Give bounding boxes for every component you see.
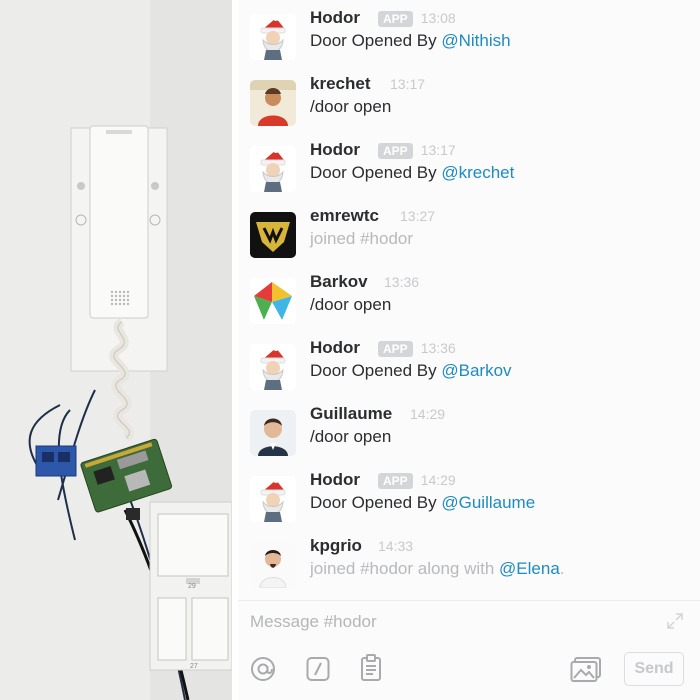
screenshot-collage: 29 27 Hodor APP 13:08 Door Opened By @Nit… <box>0 0 700 700</box>
username[interactable]: Barkov <box>310 272 368 292</box>
message-meta: 14:33 <box>378 537 413 555</box>
username[interactable]: emrewtc <box>310 206 379 226</box>
expand-icon[interactable] <box>666 612 684 630</box>
message-suffix: . <box>559 559 565 578</box>
barkov-avatar-icon <box>250 278 296 324</box>
slack-channel-view: Hodor APP 13:08 Door Opened By @Nithish k… <box>238 0 700 700</box>
message-meta: APP 13:36 <box>378 339 456 357</box>
message-text: joined #hodor along with @Elena. <box>310 558 565 580</box>
message-text: /door open <box>310 97 392 116</box>
timestamp[interactable]: 13:36 <box>421 340 456 356</box>
message-body: Door Opened By <box>310 361 442 380</box>
at-sign-icon[interactable] <box>250 656 276 682</box>
username[interactable]: Hodor <box>310 470 360 490</box>
avatar-hodor[interactable] <box>250 14 296 60</box>
snippet-icon[interactable] <box>358 654 384 682</box>
wu-tang-avatar-icon <box>250 212 296 258</box>
avatar-kpgrio[interactable] <box>250 542 296 588</box>
user-mention[interactable]: @krechet <box>441 163 514 182</box>
message-text: /door open <box>310 427 392 446</box>
message-meta: 13:36 <box>384 273 419 291</box>
intercom-handset <box>89 125 149 319</box>
santa-avatar-icon <box>250 476 296 522</box>
message-meta: 13:17 <box>390 75 425 93</box>
timestamp[interactable]: 14:29 <box>410 406 445 422</box>
message-meta: 13:27 <box>400 207 435 225</box>
message: emrewtc 13:27 joined #hodor <box>238 206 700 268</box>
guillaume-avatar-icon <box>250 410 296 456</box>
app-badge: APP <box>378 143 413 159</box>
message-composer: Message #hodor Send <box>238 600 700 700</box>
panel-label: 29 <box>188 583 196 590</box>
message: Hodor APP 13:17 Door Opened By @krechet <box>238 140 700 202</box>
image-upload-icon[interactable] <box>570 656 602 682</box>
message-text: Door Opened By @krechet <box>310 162 514 184</box>
message-meta: APP 13:17 <box>378 141 456 159</box>
message: kpgrio 14:33 joined #hodor along with @E… <box>238 536 700 598</box>
avatar-barkov[interactable] <box>250 278 296 324</box>
message-meta: APP 14:29 <box>378 471 456 489</box>
timestamp[interactable]: 13:08 <box>421 10 456 26</box>
message: Guillaume 14:29 /door open <box>238 404 700 466</box>
username[interactable]: Hodor <box>310 8 360 28</box>
message-meta: APP 13:08 <box>378 9 456 27</box>
message: Hodor APP 13:08 Door Opened By @Nithish <box>238 8 700 70</box>
user-mention[interactable]: @Nithish <box>441 31 510 50</box>
intercom-photo: 29 27 <box>0 0 232 700</box>
kpgrio-avatar-icon <box>250 542 296 588</box>
message: krechet 13:17 /door open <box>238 74 700 136</box>
username[interactable]: Hodor <box>310 140 360 160</box>
user-mention[interactable]: @Guillaume <box>441 493 535 512</box>
username[interactable]: kpgrio <box>310 536 362 556</box>
message-meta: 14:29 <box>410 405 445 423</box>
user-mention[interactable]: @Barkov <box>441 361 511 380</box>
krechet-avatar-icon <box>250 80 296 126</box>
message-text: /door open <box>310 295 392 314</box>
santa-avatar-icon <box>250 146 296 192</box>
message-body: Door Opened By <box>310 31 442 50</box>
timestamp[interactable]: 14:29 <box>421 472 456 488</box>
send-button[interactable]: Send <box>624 652 684 686</box>
avatar-hodor[interactable] <box>250 146 296 192</box>
message-text: Door Opened By @Guillaume <box>310 492 535 514</box>
timestamp[interactable]: 13:27 <box>400 208 435 224</box>
intercom-illustration: 29 27 <box>0 0 232 700</box>
avatar-krechet[interactable] <box>250 80 296 126</box>
message-text: joined #hodor <box>310 229 414 248</box>
message: Hodor APP 14:29 Door Opened By @Guillaume <box>238 470 700 532</box>
message-text: Door Opened By @Nithish <box>310 30 511 52</box>
timestamp[interactable]: 13:17 <box>390 76 425 92</box>
app-badge: APP <box>378 473 413 489</box>
message: Barkov 13:36 /door open <box>238 272 700 334</box>
slash-command-icon[interactable] <box>306 656 330 682</box>
user-mention[interactable]: @Elena <box>499 559 560 578</box>
message: Hodor APP 13:36 Door Opened By @Barkov <box>238 338 700 400</box>
message-body: joined #hodor along with <box>310 559 500 578</box>
avatar-guillaume[interactable] <box>250 410 296 456</box>
username[interactable]: Hodor <box>310 338 360 358</box>
username[interactable]: Guillaume <box>310 404 392 424</box>
app-badge: APP <box>378 341 413 357</box>
santa-avatar-icon <box>250 344 296 390</box>
santa-avatar-icon <box>250 14 296 60</box>
avatar-hodor[interactable] <box>250 344 296 390</box>
app-badge: APP <box>378 11 413 27</box>
message-body: Door Opened By <box>310 163 442 182</box>
timestamp[interactable]: 13:36 <box>384 274 419 290</box>
avatar-emrewtc[interactable] <box>250 212 296 258</box>
message-input[interactable]: Message #hodor <box>250 612 377 632</box>
message-text: Door Opened By @Barkov <box>310 360 512 382</box>
composer-divider <box>238 600 700 601</box>
username[interactable]: krechet <box>310 74 370 94</box>
avatar-hodor[interactable] <box>250 476 296 522</box>
timestamp[interactable]: 14:33 <box>378 538 413 554</box>
timestamp[interactable]: 13:17 <box>421 142 456 158</box>
panel-label: 27 <box>190 663 198 670</box>
message-body: Door Opened By <box>310 493 442 512</box>
